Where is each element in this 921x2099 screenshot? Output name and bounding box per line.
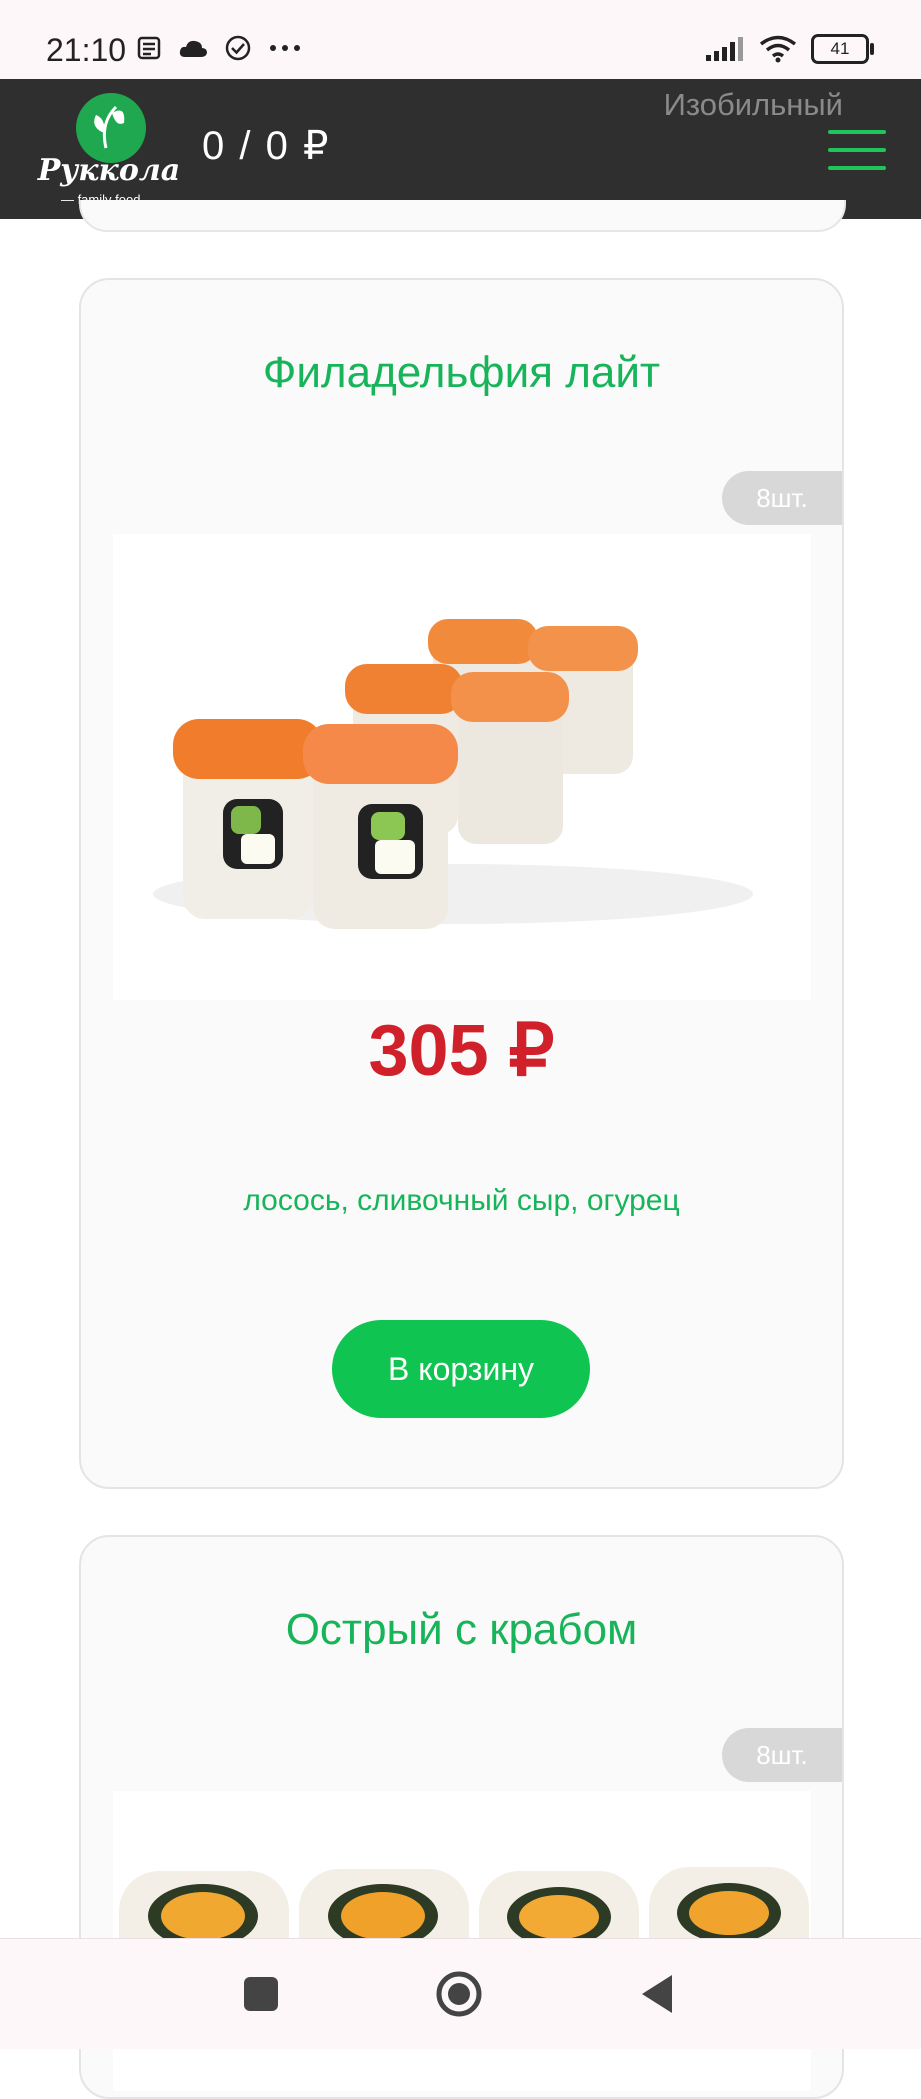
product-image[interactable] <box>113 534 811 1000</box>
home-circle-icon[interactable] <box>434 1969 484 2019</box>
status-left-icons <box>136 34 302 62</box>
back-triangle-icon[interactable] <box>634 1969 684 2019</box>
city-selector[interactable]: Изобильный <box>664 87 843 123</box>
battery-icon: 41 <box>811 34 874 64</box>
previous-product-card-edge <box>79 200 846 232</box>
product-card: Филадельфия лайт 8шт. 305 ₽ лосось, слив… <box>79 278 844 1489</box>
check-circle-icon <box>225 35 251 61</box>
cloud-icon <box>179 40 207 57</box>
logo-text: Руккола <box>37 153 181 188</box>
add-to-cart-button[interactable]: В корзину <box>332 1320 590 1418</box>
news-icon <box>137 36 161 60</box>
system-nav-bar <box>0 1938 921 2049</box>
cart-summary[interactable]: 0 / 0 ₽ <box>202 123 330 169</box>
product-title[interactable]: Острый с крабом <box>81 1605 842 1655</box>
logo[interactable]: Руккола — family food — <box>34 93 184 208</box>
product-ingredients: лосось, сливочный сыр, огурец <box>243 1184 680 1217</box>
status-time: 21:10 <box>46 32 127 68</box>
product-title[interactable]: Филадельфия лайт <box>81 348 842 398</box>
wifi-icon <box>759 35 797 63</box>
more-icon <box>270 45 300 51</box>
pieces-badge: 8шт. <box>722 1728 842 1782</box>
status-right-icons: 41 <box>705 34 874 64</box>
status-bar: 21:10 41 <box>0 0 921 79</box>
product-price: 305 ₽ <box>368 1011 555 1091</box>
signal-icon <box>706 37 743 61</box>
pieces-badge: 8шт. <box>722 471 842 525</box>
square-icon[interactable] <box>236 1969 286 2019</box>
hamburger-icon[interactable] <box>828 130 886 172</box>
site-header: Руккола — family food — 0 / 0 ₽ Изобильн… <box>0 79 921 219</box>
